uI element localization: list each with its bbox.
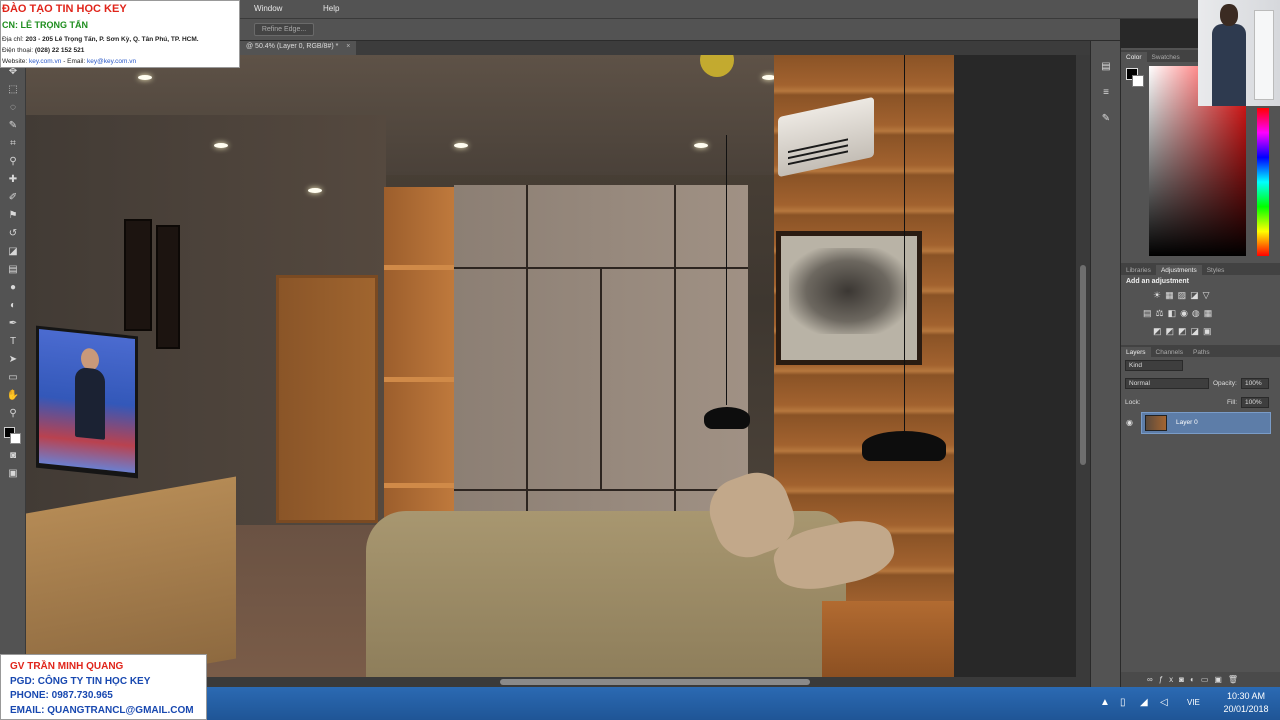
adjustment-icons-row[interactable]: ☀▦▨◪▽: [1153, 290, 1253, 301]
layers-footer-icons[interactable]: ∞ƒx◙◐▭▣🗑: [1121, 672, 1280, 687]
tab-color[interactable]: Color: [1121, 52, 1147, 63]
volume-icon[interactable]: ◁: [1160, 697, 1168, 708]
tab-libraries[interactable]: Libraries: [1121, 265, 1156, 276]
info-title: ĐÀO TẠO TIN HỌC KEY: [2, 3, 127, 15]
menu-window[interactable]: Window: [254, 4, 282, 13]
layer-name[interactable]: Layer 0: [1176, 419, 1198, 426]
downlight: [454, 143, 468, 148]
blend-mode-select[interactable]: Normal: [1125, 378, 1209, 389]
blur-icon[interactable]: ●: [6, 281, 20, 294]
vertical-scrollbar[interactable]: [1076, 55, 1090, 677]
downlight: [694, 143, 708, 148]
info-address: Địa chỉ: 203 - 205 Lê Trọng Tấn, P. Sơn …: [2, 36, 199, 43]
downlight: [214, 143, 228, 148]
adjustment-icons-row[interactable]: ◩◩◩◪▣: [1153, 326, 1253, 337]
brush-presets-icon[interactable]: ✎: [1099, 113, 1113, 127]
lasso-icon[interactable]: ◌: [6, 101, 20, 114]
language-indicator[interactable]: VIE: [1187, 698, 1200, 707]
menu-help[interactable]: Help: [323, 4, 339, 13]
eyedropper-icon[interactable]: ⚲: [6, 155, 20, 168]
tab-layers[interactable]: Layers: [1121, 347, 1151, 358]
properties-panel-icon[interactable]: ≡: [1099, 87, 1113, 101]
webcam-overlay: [1198, 0, 1280, 106]
close-icon[interactable]: ×: [346, 43, 350, 50]
hue-slider[interactable]: [1257, 108, 1269, 256]
training-center-info-box: ĐÀO TẠO TIN HỌC KEY CN: LÊ TRỌNG TẤN Địa…: [0, 0, 240, 68]
document-tab[interactable]: @ 50.4% (Layer 0, RGB/8#) * ×: [240, 41, 357, 55]
dodge-icon[interactable]: ◐: [6, 299, 20, 312]
layers-panel-tabs: Layers Channels Paths: [1121, 345, 1280, 358]
teacher-email: EMAIL: QUANGTRANCL@GMAIL.COM: [10, 705, 194, 716]
lock-label: Lock:: [1125, 399, 1141, 406]
quick-select-icon[interactable]: ✎: [6, 119, 20, 132]
opacity-field[interactable]: 100%: [1241, 378, 1269, 389]
crop-icon[interactable]: ⌗: [6, 137, 20, 150]
door: [276, 275, 378, 523]
website-link[interactable]: key.com.vn: [29, 58, 61, 65]
teacher-org: PGD: CÔNG TY TIN HỌC KEY: [10, 676, 151, 687]
stamp-icon[interactable]: ⚑: [6, 209, 20, 222]
gradient-icon[interactable]: ▤: [6, 263, 20, 276]
opacity-label: Opacity:: [1213, 380, 1237, 387]
healing-icon[interactable]: ✚: [6, 173, 20, 186]
email-link[interactable]: key@key.com.vn: [87, 58, 136, 65]
type-icon[interactable]: T: [6, 335, 20, 348]
eraser-icon[interactable]: ◪: [6, 245, 20, 258]
quick-mask-icon[interactable]: ◙: [6, 449, 20, 462]
add-adjustment-label: Add an adjustment: [1126, 278, 1190, 285]
downlight: [308, 188, 322, 193]
panel-icon-strip: ▤ ≡ ✎: [1090, 41, 1120, 687]
layer-row[interactable]: Layer 0: [1141, 412, 1271, 434]
clock-date[interactable]: 20/01/2018: [1216, 704, 1276, 714]
screen-mode-icon[interactable]: ▣: [6, 467, 20, 480]
wall-picture: [124, 219, 152, 331]
framed-painting: [776, 231, 922, 365]
wall-picture: [156, 225, 180, 349]
brush-icon[interactable]: ✐: [6, 191, 20, 204]
tab-styles[interactable]: Styles: [1202, 265, 1230, 276]
nightstand: [822, 601, 954, 677]
tab-adjustments[interactable]: Adjustments: [1155, 265, 1202, 276]
pen-icon[interactable]: ✒: [6, 317, 20, 330]
teacher-info-box: GV TRẦN MINH QUANG PGD: CÔNG TY TIN HỌC …: [0, 654, 207, 720]
downlight: [138, 75, 152, 80]
tray-expand-icon[interactable]: ▲: [1100, 697, 1110, 708]
tab-swatches[interactable]: Swatches: [1147, 52, 1185, 63]
adjustment-icons-row[interactable]: ▤⚖◧◉◍▦: [1143, 308, 1243, 319]
bedroom-render-image: [26, 55, 954, 677]
adjustments-panel-tabs: Libraries Adjustments Styles: [1121, 263, 1280, 276]
shape-icon[interactable]: ▭: [6, 371, 20, 384]
fill-label: Fill:: [1227, 399, 1238, 406]
history-panel-icon[interactable]: ▤: [1099, 61, 1113, 75]
info-phone: Điện thoại: (028) 22 152 521: [2, 47, 85, 54]
document-tab-title: @ 50.4% (Layer 0, RGB/8#) *: [246, 43, 339, 50]
background-color-swatch[interactable]: [10, 433, 21, 444]
layer-thumbnail: [1145, 415, 1167, 431]
eye-icon[interactable]: ◉: [1126, 418, 1133, 427]
history-brush-icon[interactable]: ↺: [6, 227, 20, 240]
zoom-icon[interactable]: ⚲: [6, 407, 20, 420]
battery-icon[interactable]: ▯: [1120, 697, 1126, 708]
teacher-phone: PHONE: 0987.730.965: [10, 690, 113, 701]
path-select-icon[interactable]: ➤: [6, 353, 20, 366]
info-website: Website: key.com.vn - Email: key@key.com…: [2, 58, 137, 65]
pendant-lamp: [862, 431, 946, 461]
tools-panel: ✥ ⬚ ◌ ✎ ⌗ ⚲ ✚ ✐ ⚑ ↺ ◪ ▤ ● ◐ ✒ T ➤ ▭ ✋ ⚲ …: [0, 41, 26, 677]
background-swatch[interactable]: [1132, 75, 1144, 87]
tab-paths[interactable]: Paths: [1188, 347, 1215, 358]
pendant-lamp: [704, 407, 750, 429]
tab-channels[interactable]: Channels: [1151, 347, 1188, 358]
clock-time[interactable]: 10:30 AM: [1216, 691, 1276, 701]
canvas-area[interactable]: [26, 55, 1090, 677]
info-subtitle: CN: LÊ TRỌNG TẤN: [2, 20, 88, 30]
hand-icon[interactable]: ✋: [6, 389, 20, 402]
television: [36, 325, 138, 479]
fill-field[interactable]: 100%: [1241, 397, 1269, 408]
layer-filter-kind[interactable]: Kind: [1125, 360, 1183, 371]
refine-edge-button[interactable]: Refine Edge...: [254, 23, 314, 36]
teacher-name: GV TRẦN MINH QUANG: [10, 661, 124, 672]
network-icon[interactable]: ◢: [1140, 697, 1148, 708]
marquee-icon[interactable]: ⬚: [6, 83, 20, 96]
right-panels: Color Swatches Libraries Adjustments Styles…: [1120, 48, 1280, 687]
